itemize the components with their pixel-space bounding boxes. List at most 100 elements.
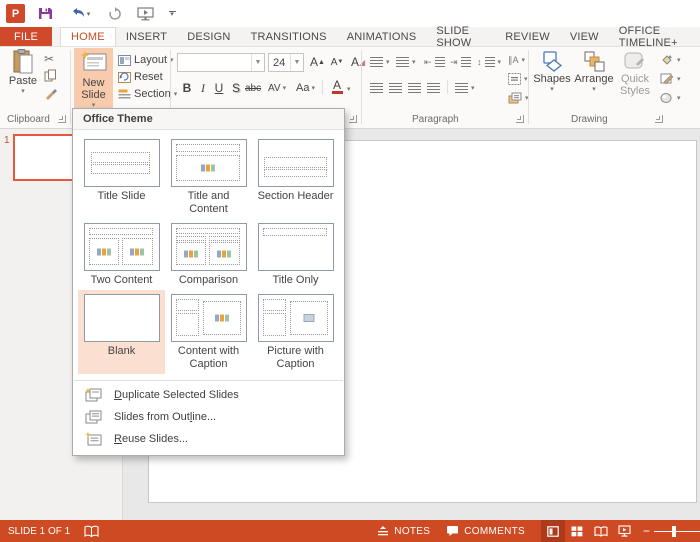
decrease-font-size-button[interactable]: A▼ (330, 54, 344, 70)
drawing-dialog-launcher[interactable] (655, 115, 663, 123)
reset-button[interactable]: Reset (118, 69, 163, 85)
tab-animations[interactable]: ANIMATIONS (337, 27, 427, 46)
align-left-button[interactable] (370, 80, 383, 96)
character-spacing-button[interactable]: AV▾ (268, 80, 286, 96)
shape-effects-button[interactable]: ▾ (660, 90, 681, 106)
quick-styles-button[interactable]: Quick Styles (616, 49, 654, 97)
layout-title-and-content[interactable]: Title and Content (165, 135, 252, 219)
menu-reuse-slides[interactable]: Reuse Slides... (73, 428, 344, 450)
zoom-slider[interactable] (654, 531, 700, 532)
new-slide-label-2: Slide (81, 89, 105, 101)
comments-icon (446, 525, 459, 537)
increase-indent-button[interactable]: ⇥ (450, 54, 471, 70)
repeat-icon (105, 4, 125, 24)
layout-section-header[interactable]: Section Header (252, 135, 339, 219)
customize-qat-icon[interactable]: ▾ (165, 11, 179, 17)
menu-duplicate-selected-slides[interactable]: Duplicate Selected Slides (73, 384, 344, 406)
convert-smartart-button[interactable]: ▾ (508, 90, 529, 106)
increase-font-size-button[interactable]: A▲ (310, 54, 325, 70)
paragraph-dialog-launcher[interactable] (516, 115, 524, 123)
tab-file[interactable]: FILE (0, 27, 52, 46)
bold-button[interactable]: B (180, 80, 194, 96)
section-label: Section (134, 88, 171, 100)
numbering-button[interactable]: ▾ (396, 54, 416, 70)
clipboard-dialog-launcher[interactable] (58, 115, 66, 123)
layout-two-content[interactable]: Two Content (78, 219, 165, 290)
reading-view-button[interactable] (589, 520, 613, 542)
duplicate-slides-icon (85, 388, 102, 403)
spell-check-icon[interactable] (84, 525, 99, 538)
arrange-dropdown-icon[interactable]: ▾ (592, 85, 596, 93)
shapes-dropdown-icon[interactable]: ▾ (550, 85, 554, 93)
font-size-combobox[interactable]: 24 ▼ (268, 53, 304, 72)
ribbon-tabs: FILE HOME INSERT DESIGN TRANSITIONS ANIM… (0, 27, 700, 47)
cut-button[interactable]: ✂ (44, 52, 54, 66)
font-name-combobox[interactable]: ▼ (177, 53, 265, 72)
paste-button[interactable]: Paste ▾ (6, 49, 40, 95)
undo-dropdown-icon[interactable]: ▾ (87, 10, 91, 18)
bullets-button[interactable]: ▾ (370, 54, 390, 70)
line-spacing-button[interactable]: ↕▾ (477, 54, 501, 70)
tab-review[interactable]: REVIEW (495, 27, 560, 46)
comments-button[interactable]: COMMENTS (446, 525, 525, 537)
strikethrough-button[interactable]: abc (245, 80, 261, 96)
save-icon[interactable] (35, 4, 55, 24)
tab-office-timeline[interactable]: OFFICE TIMELINE+ (609, 27, 700, 46)
tab-home[interactable]: HOME (60, 27, 116, 46)
menu-label: Duplicate Selected Slides (114, 389, 239, 401)
underline-button[interactable]: U (212, 80, 226, 96)
slide-thumbnail-1[interactable] (13, 134, 75, 181)
format-painter-button[interactable] (44, 87, 57, 100)
copy-button[interactable] (44, 69, 57, 82)
powerpoint-logo-icon[interactable]: P (6, 4, 25, 23)
layout-blank[interactable]: Blank (78, 290, 165, 374)
undo-icon[interactable]: ▾ (65, 4, 95, 24)
font-dialog-launcher[interactable] (349, 115, 357, 123)
shapes-label: Shapes (533, 73, 570, 85)
clear-formatting-button[interactable]: A◢ (351, 54, 365, 70)
slides-from-outline-icon (85, 410, 102, 425)
layout-picture-with-caption[interactable]: Picture with Caption (252, 290, 339, 374)
italic-button[interactable]: I (196, 80, 210, 96)
tab-view[interactable]: VIEW (560, 27, 609, 46)
decrease-indent-button[interactable]: ⇤ (424, 54, 445, 70)
slide-show-view-button[interactable] (613, 520, 637, 542)
tab-slide-show[interactable]: SLIDE SHOW (426, 27, 495, 46)
tab-insert[interactable]: INSERT (116, 27, 177, 46)
layout-button[interactable]: Layout▾ (118, 52, 174, 68)
font-size-value: 24 (273, 57, 285, 69)
normal-view-button[interactable] (541, 520, 565, 542)
change-case-button[interactable]: Aa▾ (296, 80, 315, 96)
text-direction-button[interactable]: ∥A▾ (508, 52, 525, 68)
align-text-button[interactable]: ▾ (508, 71, 528, 87)
justify-button[interactable] (427, 80, 440, 96)
layout-title-only[interactable]: Title Only (252, 219, 339, 290)
font-color-dropdown-icon[interactable]: ▾ (347, 85, 351, 93)
notes-button[interactable]: NOTES (377, 526, 430, 537)
arrange-label: Arrange (574, 73, 613, 85)
shape-fill-button[interactable]: ▾ (660, 52, 681, 68)
paste-dropdown-icon[interactable]: ▾ (21, 87, 25, 95)
columns-button[interactable]: ▾ (455, 80, 475, 96)
zoom-out-button[interactable]: − (643, 524, 650, 538)
slide-sorter-view-button[interactable] (565, 520, 589, 542)
font-size-dropdown-icon[interactable]: ▼ (290, 54, 303, 71)
layout-gallery: Title Slide Title and Content Section He… (73, 130, 344, 376)
layout-title-slide[interactable]: Title Slide (78, 135, 165, 219)
shapes-button[interactable]: Shapes ▾ (532, 49, 572, 93)
tab-design[interactable]: DESIGN (177, 27, 240, 46)
layout-content-with-caption[interactable]: Content with Caption (165, 290, 252, 374)
section-button[interactable]: Section▾ (118, 86, 177, 102)
align-right-button[interactable] (408, 80, 421, 96)
menu-slides-from-outline[interactable]: Slides from Outline... (73, 406, 344, 428)
tab-transitions[interactable]: TRANSITIONS (241, 27, 337, 46)
font-color-button[interactable]: A (330, 79, 344, 95)
font-name-dropdown-icon[interactable]: ▼ (251, 54, 264, 71)
shape-outline-button[interactable]: ▾ (660, 71, 681, 87)
layout-comparison[interactable]: Comparison (165, 219, 252, 290)
text-shadow-button[interactable]: S (229, 80, 243, 96)
zoom-slider-handle[interactable] (672, 526, 676, 537)
arrange-button[interactable]: Arrange ▾ (572, 49, 616, 93)
align-center-button[interactable] (389, 80, 402, 96)
start-slideshow-icon[interactable] (135, 4, 155, 24)
